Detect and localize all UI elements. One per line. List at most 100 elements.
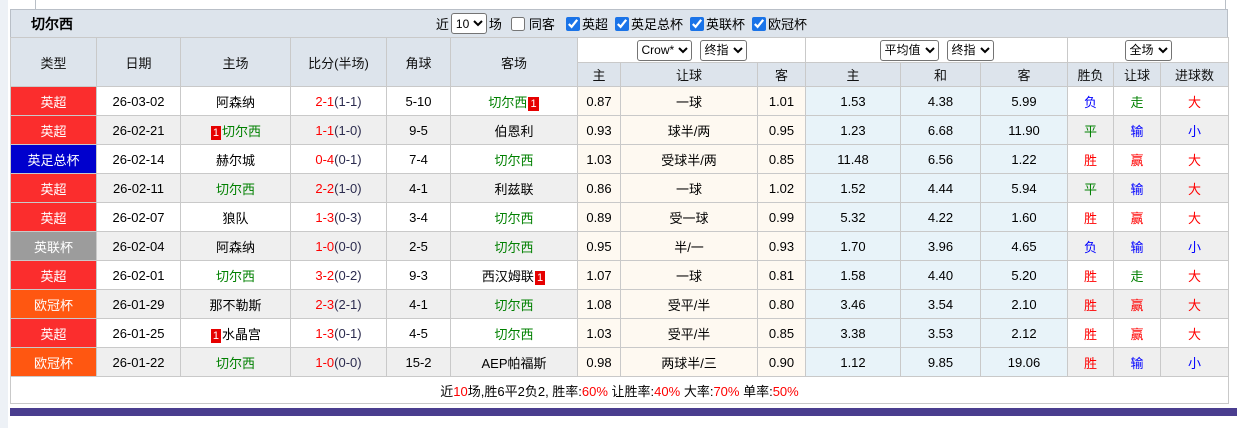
crow-home-odds: 0.95: [577, 231, 621, 261]
team-name: 切尔西: [488, 94, 528, 110]
corners: 7-4: [386, 144, 451, 174]
league-checkbox-label: 欧冠杯: [767, 17, 807, 32]
league-checkbox-1[interactable]: [565, 17, 580, 31]
page: 切尔西 近 10 场 同客 英超 英足总杯 英联杯 欧冠杯 类型 日期 主场 比…: [0, 0, 1237, 428]
subcol-handicap-result: 让球: [1113, 62, 1162, 87]
match-date: 26-02-14: [96, 144, 181, 174]
handicap-result-cell: 输: [1113, 173, 1162, 203]
bookmaker-select[interactable]: Crow*: [636, 39, 692, 61]
filter-controls: 近 10 场 同客 英超 英足总杯 英联杯 欧冠杯: [434, 13, 809, 34]
avg-away-odds: 11.90: [979, 115, 1069, 145]
avg-draw-odds: 3.54: [900, 289, 981, 319]
subcol-avg-home: 主: [805, 62, 901, 87]
goals-result-cell: 小: [1160, 347, 1230, 377]
summary-stat-value: 60%: [581, 383, 608, 399]
col-header-type: 类型: [10, 37, 97, 87]
fulltime-score: 0-4: [315, 151, 335, 167]
team-name: 切尔西: [494, 152, 534, 168]
away-team: 切尔西: [450, 318, 578, 348]
same-away-label: 同客: [528, 17, 555, 32]
crow-home-odds: 1.03: [577, 318, 621, 348]
final-odds-select-1[interactable]: 终指: [699, 39, 747, 61]
col-header-date: 日期: [96, 37, 181, 87]
col-header-home: 主场: [180, 37, 291, 87]
result-cell: 平: [1067, 173, 1115, 203]
result-cell: 胜: [1067, 347, 1115, 377]
avg-draw-odds: 3.96: [900, 231, 981, 261]
home-team: 1 水晶宫: [180, 318, 291, 348]
crow-away-odds: 0.99: [757, 202, 806, 232]
match-date: 26-02-04: [96, 231, 181, 261]
result-cell: 胜: [1067, 289, 1115, 319]
goals-result-cell: 大: [1160, 173, 1230, 203]
crow-home-odds: 0.87: [577, 86, 621, 116]
team-title: 切尔西: [31, 15, 73, 32]
rank-badge: 1: [210, 125, 222, 140]
avg-home-odds: 3.46: [805, 289, 901, 319]
league-checkbox-2[interactable]: [614, 17, 629, 31]
table-row: 英足总杯 26-02-14 赫尔城 0-4(0-1) 7-4 切尔西 1.03 受球半/两 0.…: [10, 144, 1230, 174]
halftime-score: (0-0): [334, 354, 362, 370]
result-group-header: 全场: [1067, 37, 1230, 63]
score-cell: 2-2(1-0): [290, 173, 387, 203]
fulltime-select[interactable]: 全场: [1124, 39, 1172, 61]
fulltime-score: 3-2: [315, 267, 335, 283]
match-date: 26-02-01: [96, 260, 181, 290]
away-team: 伯恩利: [450, 115, 578, 145]
home-team: 阿森纳: [180, 231, 291, 261]
crow-handicap: 球半/两: [620, 115, 758, 145]
team-name: 切尔西: [494, 326, 534, 342]
summary-stat-value: 50%: [772, 383, 799, 399]
match-date: 26-02-07: [96, 202, 181, 232]
crow-handicap: 一球: [620, 173, 758, 203]
league-badge: 英超: [10, 260, 97, 290]
league-badge: 英超: [10, 86, 97, 116]
league-checkbox-label: 英超: [581, 17, 608, 32]
avg-draw-odds: 9.85: [900, 347, 981, 377]
team-name: 切尔西: [215, 268, 255, 284]
rank-badge: 1: [534, 270, 546, 285]
avg-away-odds: 4.65: [979, 231, 1069, 261]
avg-draw-odds: 4.40: [900, 260, 981, 290]
halftime-score: (0-3): [334, 209, 362, 225]
result-cell: 平: [1067, 115, 1115, 145]
halftime-score: (1-1): [334, 93, 362, 109]
final-odds-select-2[interactable]: 终指: [946, 39, 994, 61]
league-badge: 英超: [10, 115, 97, 145]
col-header-score: 比分(半场): [290, 37, 387, 87]
halftime-score: (0-1): [334, 325, 362, 341]
summary-stat-value: 10: [453, 383, 468, 399]
score-cell: 3-2(0-2): [290, 260, 387, 290]
top-strip-divider: [1225, 0, 1226, 9]
crow-handicap: 两球半/三: [620, 347, 758, 377]
goals-result-cell: 大: [1160, 260, 1230, 290]
average-select[interactable]: 平均值: [879, 39, 939, 61]
match-date: 26-01-22: [96, 347, 181, 377]
goals-result-cell: 大: [1160, 202, 1230, 232]
result-cell: 胜: [1067, 202, 1115, 232]
league-checkbox-4[interactable]: [751, 17, 766, 31]
rank-badge: 1: [528, 96, 539, 111]
crow-home-odds: 1.08: [577, 289, 621, 319]
league-badge: 欧冠杯: [10, 289, 97, 319]
away-team: 利兹联: [450, 173, 578, 203]
corners: 4-1: [386, 289, 451, 319]
fulltime-score: 1-3: [315, 209, 335, 225]
fulltime-score: 2-3: [315, 296, 335, 312]
home-team: 切尔西: [180, 260, 291, 290]
handicap-result-cell: 走: [1113, 260, 1162, 290]
recent-games-select[interactable]: 10: [450, 13, 487, 34]
league-checkbox-3[interactable]: [689, 17, 704, 31]
match-date: 26-03-02: [96, 86, 181, 116]
away-team: 切尔西: [450, 144, 578, 174]
team-name: 那不勒斯: [209, 297, 262, 313]
avg-draw-odds: 3.53: [900, 318, 981, 348]
away-team: 切尔西: [450, 289, 578, 319]
avg-away-odds: 5.99: [979, 86, 1069, 116]
league-badge: 英超: [10, 173, 97, 203]
avg-draw-odds: 6.68: [900, 115, 981, 145]
result-cell: 负: [1067, 86, 1115, 116]
same-away-checkbox[interactable]: [510, 16, 525, 31]
summary-text: 近: [440, 383, 454, 399]
top-strip: [10, 0, 1237, 9]
